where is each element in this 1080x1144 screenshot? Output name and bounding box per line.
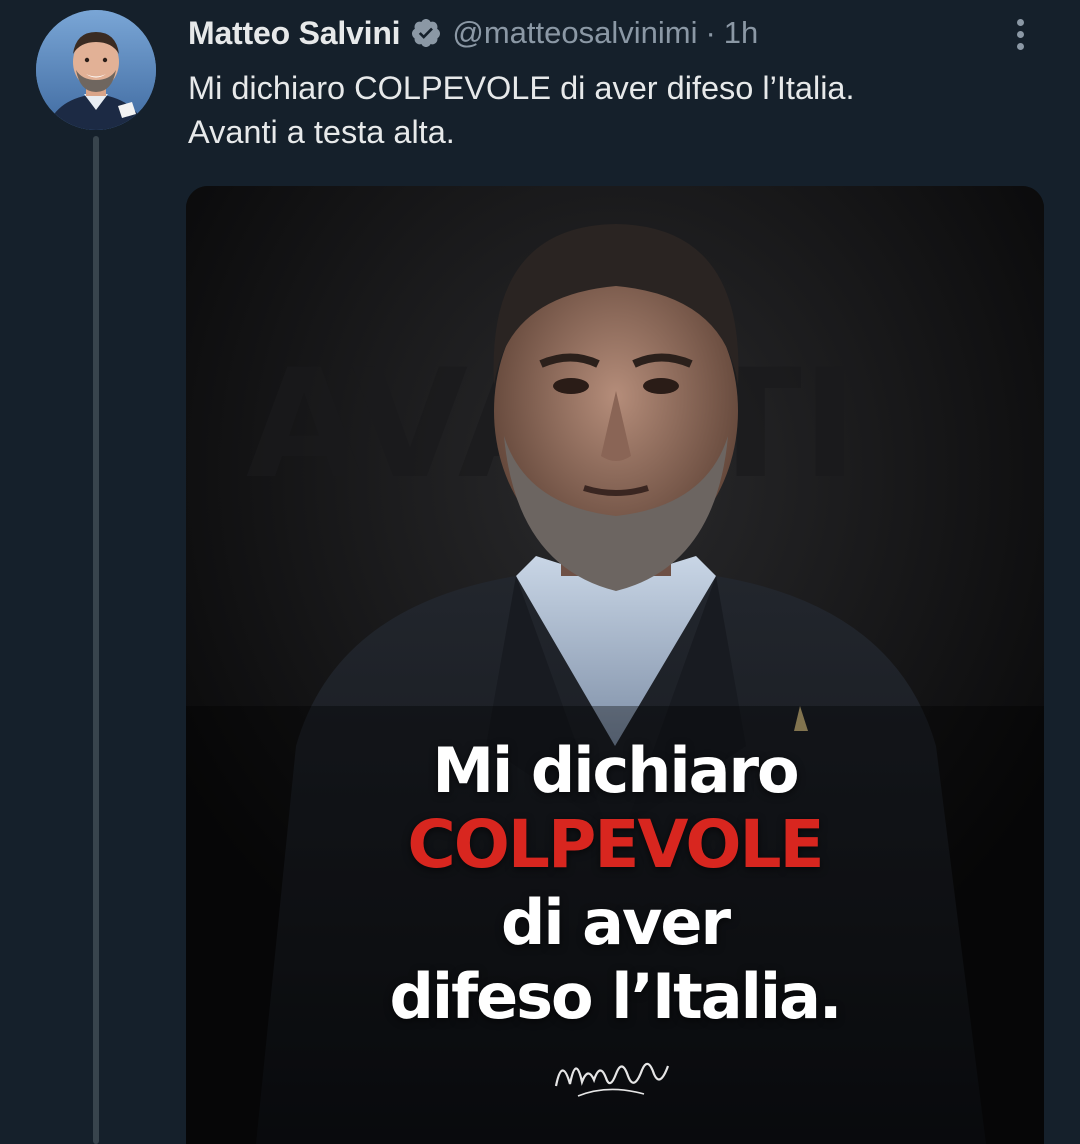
avatar[interactable]: [36, 10, 156, 130]
thread-line: [93, 136, 99, 1144]
author-name[interactable]: Matteo Salvini: [188, 15, 401, 52]
poster-headline-accent: COLPEVOLE: [407, 806, 824, 883]
more-options-icon[interactable]: [1002, 14, 1038, 54]
poster-headline-line: di aver: [500, 886, 731, 959]
signature: [554, 1062, 670, 1097]
author-handle[interactable]: @matteosalvinimi: [452, 15, 697, 51]
tweet-text-line: Avanti a testa alta.: [188, 114, 455, 150]
tweet-text-line: Mi dichiaro COLPEVOLE di aver difeso l’I…: [188, 70, 855, 106]
tweet-timestamp[interactable]: 1h: [724, 15, 758, 51]
separator-dot: ·: [705, 15, 716, 50]
verified-badge-icon: [410, 17, 442, 49]
tweet[interactable]: Matteo Salvini @matteosalvinimi · 1h Mi …: [0, 0, 1080, 1144]
poster-headline-line: Mi dichiaro: [432, 734, 799, 807]
tweet-header: Matteo Salvini @matteosalvinimi · 1h: [188, 8, 758, 58]
tweet-media-image[interactable]: AVANTI: [186, 186, 1044, 1144]
poster-headline-line: difeso l’Italia.: [389, 960, 843, 1033]
tweet-text: Mi dichiaro COLPEVOLE di aver difeso l’I…: [188, 66, 1038, 154]
